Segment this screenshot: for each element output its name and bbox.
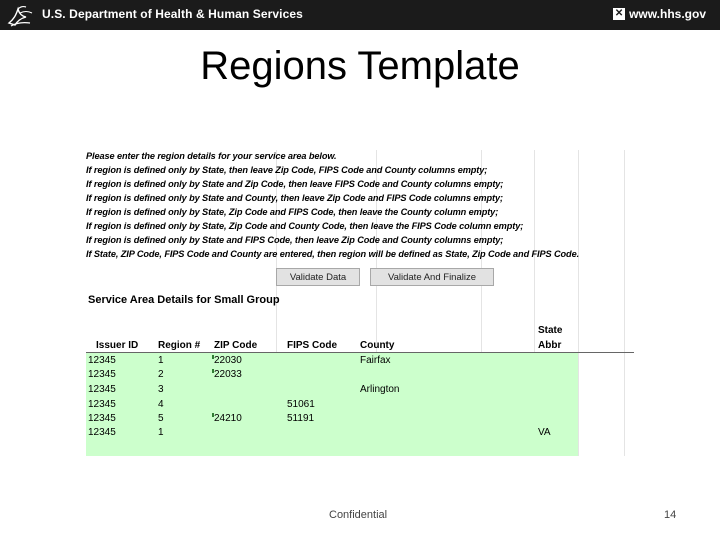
cell-issuer-id[interactable]: 12345: [88, 369, 116, 380]
header-fips-code: FIPS Code: [287, 340, 338, 351]
header-county: County: [360, 340, 395, 351]
cell-issuer-id[interactable]: 12345: [88, 413, 116, 424]
cell-region[interactable]: 2: [158, 369, 164, 380]
instruction-line: If State, ZIP Code, FIPS Code and County…: [86, 249, 580, 259]
instruction-line: If region is defined only by State and Z…: [86, 179, 504, 189]
hhs-eagle-logo-icon: [7, 6, 33, 27]
data-grid: 12345 1 22030 Fairfax 12345 2 22033 1234…: [86, 353, 578, 456]
validate-finalize-button[interactable]: Validate And Finalize: [370, 268, 494, 286]
cell-county[interactable]: Fairfax: [360, 355, 391, 366]
cell-zip[interactable]: 24210: [214, 413, 242, 424]
cell-fips[interactable]: 51191: [287, 413, 314, 424]
instruction-line: If region is defined only by State and C…: [86, 193, 503, 203]
site-link[interactable]: ✕ www.hhs.gov: [613, 7, 706, 21]
header-issuer-id: Issuer ID: [96, 340, 139, 351]
cell-region[interactable]: 5: [158, 413, 164, 424]
cell-state[interactable]: VA: [538, 427, 551, 438]
cell-zip[interactable]: 22033: [214, 369, 242, 380]
arrow-box-icon: ✕: [613, 8, 626, 20]
instruction-line: If region is defined only by State and F…: [86, 235, 504, 245]
instruction-line: If region is defined only by State, Zip …: [86, 221, 524, 231]
header-region: Region #: [158, 340, 201, 351]
header-state: State: [538, 325, 563, 336]
cell-zip[interactable]: 22030: [214, 355, 242, 366]
cell-fips[interactable]: 51061: [287, 399, 315, 410]
cell-issuer-id[interactable]: 12345: [88, 355, 116, 366]
validate-data-button[interactable]: Validate Data: [276, 268, 360, 286]
instruction-line: If region is defined only by State, then…: [86, 165, 488, 175]
grid-line: [578, 150, 579, 456]
slide-title: Regions Template: [200, 44, 520, 88]
header-zip-code: ZIP Code: [214, 340, 258, 351]
site-url: www.hhs.gov: [629, 7, 706, 21]
cell-issuer-id[interactable]: 12345: [88, 384, 116, 395]
cell-issuer-id[interactable]: 12345: [88, 399, 116, 410]
cell-region[interactable]: 1: [158, 355, 164, 366]
header-state-abbr: Abbr: [538, 340, 562, 351]
instruction-line: If region is defined only by State, Zip …: [86, 207, 499, 217]
cell-region[interactable]: 4: [158, 399, 164, 410]
cell-issuer-id[interactable]: 12345: [88, 427, 116, 438]
department-name: U.S. Department of Health & Human Servic…: [42, 7, 303, 21]
page-number: 14: [664, 509, 677, 521]
section-title: Service Area Details for Small Group: [88, 294, 280, 306]
spreadsheet-screenshot: Please enter the region details for your…: [86, 150, 634, 456]
hhs-banner: U.S. Department of Health & Human Servic…: [0, 0, 720, 30]
footer-confidential: Confidential: [329, 509, 388, 521]
grid-line: [624, 150, 625, 456]
cell-region[interactable]: 1: [158, 427, 164, 438]
cell-region[interactable]: 3: [158, 384, 164, 395]
cell-county[interactable]: Arlington: [360, 384, 399, 395]
instruction-line: Please enter the region details for your…: [86, 151, 337, 161]
